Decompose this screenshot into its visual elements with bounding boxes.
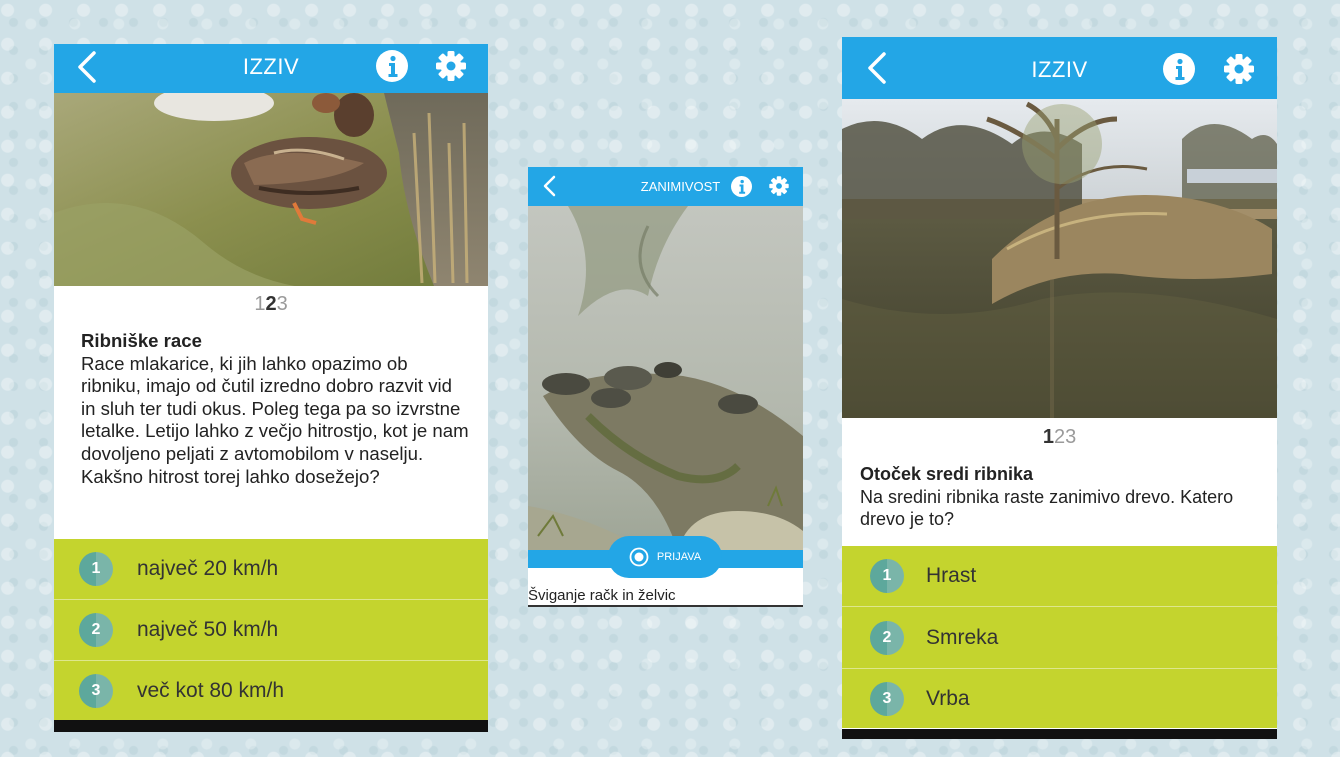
question-text: Race mlakarice, ki jih lahko opazimo ob … [81,352,469,487]
info-icon[interactable] [376,50,408,82]
header-title: IZZIV [242,54,300,79]
answer-list: 1 Hrast 2 Smreka 3 Vrba [842,546,1277,728]
gear-icon[interactable] [1222,52,1256,86]
info-icon[interactable] [1163,53,1195,85]
middle-bottom-bar [528,605,803,607]
pager-page-1[interactable]: 1 [254,293,265,315]
answer-number-badge: 3 [870,682,904,716]
gear-icon[interactable] [768,175,790,197]
back-arrow-icon[interactable] [538,171,560,201]
middle-phone-screen: ZANIMIVOST [528,167,803,607]
answer-label: največ 20 km/h [137,557,279,580]
answer-number-badge: 2 [79,613,113,647]
answer-label: več kot 80 km/h [137,679,285,702]
middle-header-bar: ZANIMIVOST [528,167,803,206]
answer-label: Smreka [926,625,999,649]
pager-page-2-current[interactable]: 2 [265,293,276,315]
answer-option-2[interactable]: 2 Smreka [842,607,1277,669]
answer-number-badge: 1 [79,552,113,586]
pager: 123 [842,426,1277,449]
pager-page-2[interactable]: 2 [1054,426,1065,448]
bottom-navigation-bar [54,720,488,732]
answer-label: Vrba [926,687,970,710]
header-title: ZANIMIVOST [640,179,721,194]
answer-number-badge: 1 [870,559,904,593]
question-title: Otoček sredi ribnika [860,464,1034,484]
pager-page-3[interactable]: 3 [1065,426,1076,448]
pager-page-3[interactable]: 3 [277,293,288,315]
right-header-bar: IZZIV [842,37,1277,99]
answer-option-1[interactable]: 1 največ 20 km/h [54,539,488,600]
right-phone-screen: IZZIV 123 Otoček sredi ribnika Na sredin… [842,37,1277,739]
answer-number-badge: 2 [870,620,904,655]
left-phone-screen: IZZIV 123 Ribniške race Race mlakarice, … [54,44,488,732]
answer-option-3[interactable]: 3 Vrba [842,669,1277,729]
checkin-target-icon [629,547,649,567]
question-description: Ribniške race Race mlakarice, ki jih lah… [81,330,470,488]
bottom-navigation-bar [842,729,1277,739]
answer-option-2[interactable]: 2 največ 50 km/h [54,600,488,661]
duck-photo [54,85,488,290]
left-header-bar: IZZIV [54,44,488,93]
checkin-button[interactable]: PRIJAVA [608,536,722,578]
pager: 123 [54,293,488,316]
answer-option-1[interactable]: 1 Hrast [842,546,1277,607]
answer-list: 1 največ 20 km/h 2 največ 50 km/h 3 več … [54,539,488,720]
poi-caption: Švigan​je račk in želvic [528,587,676,604]
question-title: Ribniške race [81,330,202,351]
info-icon[interactable] [731,176,752,197]
header-title: IZZIV [1031,57,1088,82]
answer-label: Hrast [926,564,977,587]
question-description: Otoček sredi ribnika Na sredini ribnika … [860,463,1255,531]
pond-island-photo [842,99,1277,418]
answer-label: največ 50 km/h [137,618,279,641]
answer-number-badge: 3 [79,674,113,708]
turtles-photo [528,206,803,551]
pager-page-1-current[interactable]: 1 [1043,426,1054,448]
question-text: Na sredini ribnika raste zanimivo drevo.… [860,486,1234,530]
gear-icon[interactable] [434,49,468,83]
checkin-label: PRIJAVA [656,551,702,563]
answer-option-3[interactable]: 3 več kot 80 km/h [54,661,488,721]
